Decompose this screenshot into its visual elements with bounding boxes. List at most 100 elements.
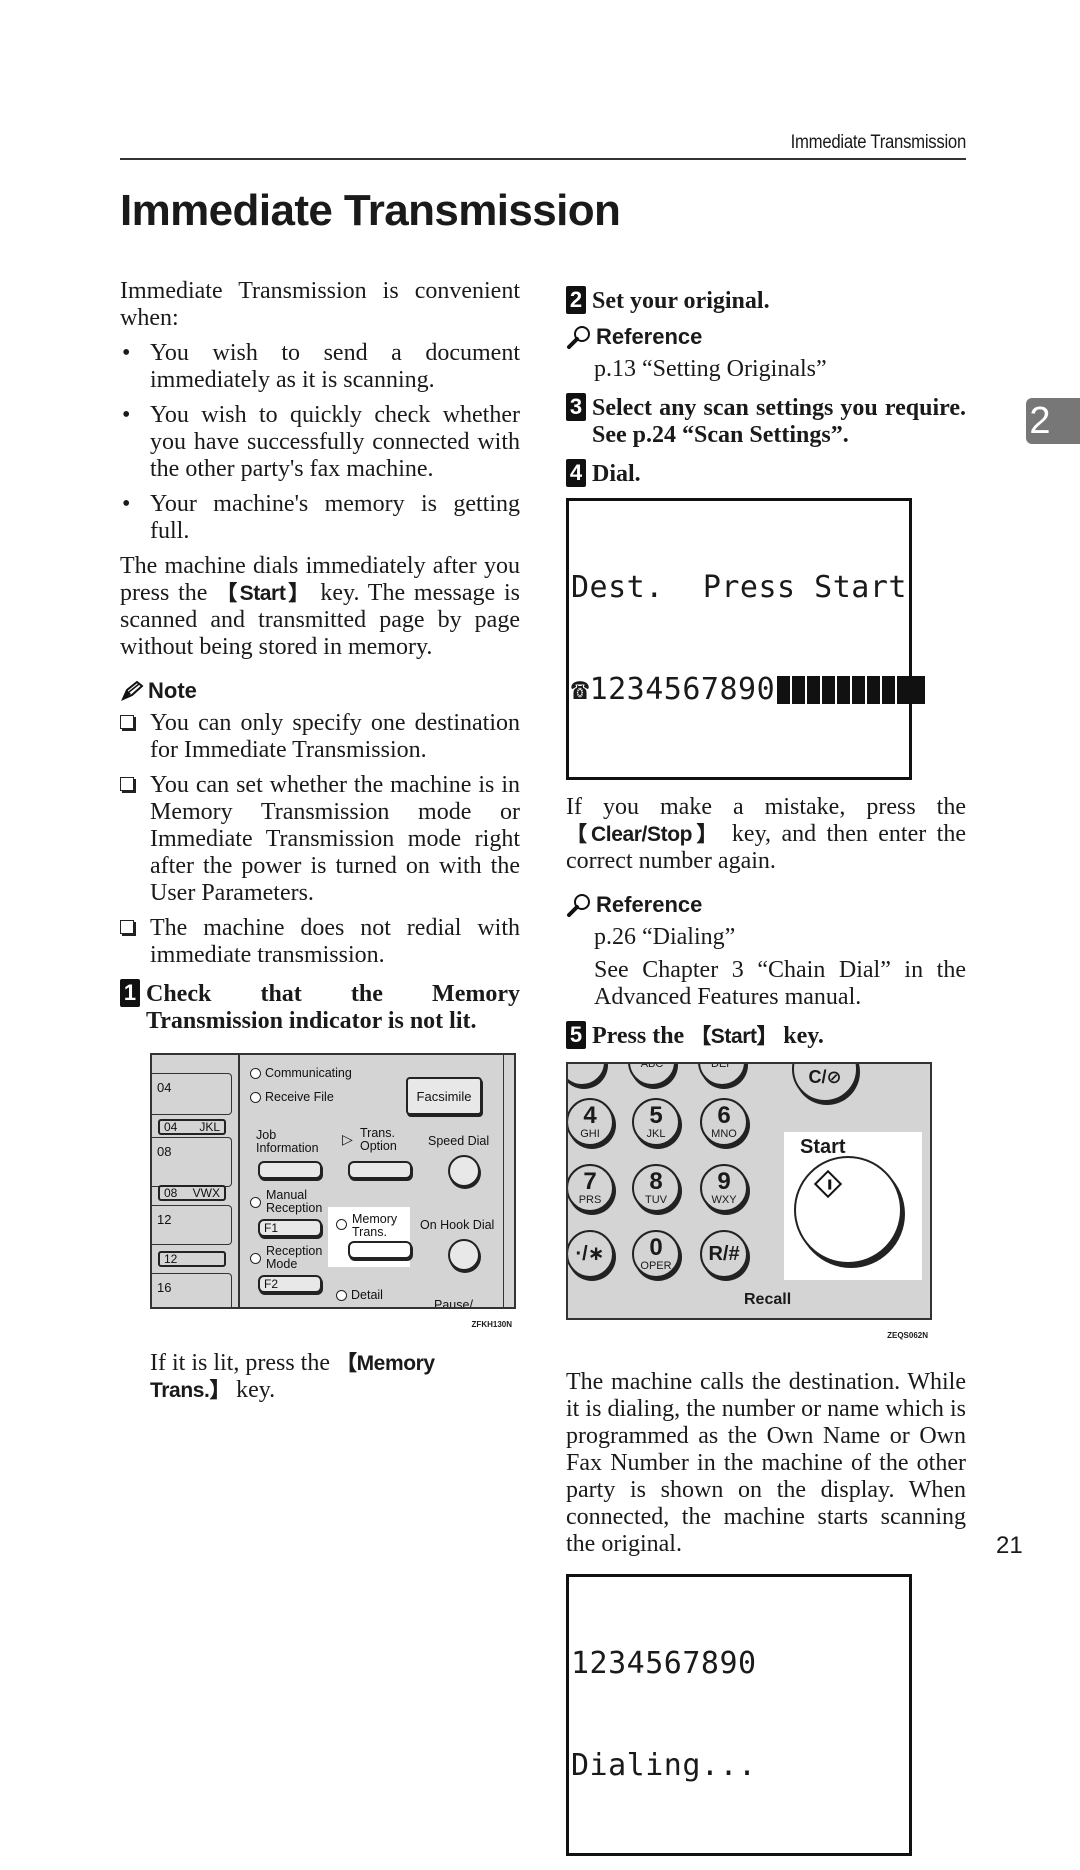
detail-indicator: Detail bbox=[336, 1289, 383, 1302]
keypad-key-5[interactable]: 5 JKL bbox=[632, 1098, 680, 1146]
note-item: You can set whether the machine is in Me… bbox=[120, 772, 520, 907]
step-number-badge: 5 bbox=[566, 1021, 586, 1049]
start-key-label: 【Start】 bbox=[216, 582, 312, 605]
mistake-paragraph: If you make a mistake, press the 【Clear/… bbox=[566, 794, 966, 874]
running-header: Immediate Transmission bbox=[790, 132, 967, 153]
step-text: Check that the Memory Transmission indic… bbox=[146, 981, 520, 1034]
f1-button[interactable]: F1 bbox=[258, 1219, 322, 1237]
manual-reception-indicator: Manual Reception bbox=[250, 1189, 322, 1215]
right-column: 2 Set your original. Reference p.13 “Set… bbox=[566, 286, 966, 1870]
trans-option-button[interactable] bbox=[348, 1161, 412, 1179]
phone-icon: ☎ bbox=[571, 672, 590, 707]
lcd-dest-label: Dest. bbox=[571, 570, 664, 605]
page-title: Immediate Transmission bbox=[120, 186, 621, 235]
checkbox-bullet-icon bbox=[120, 920, 134, 934]
bullet-icon: • bbox=[122, 491, 131, 517]
memory-trans-indicator: Memory Trans. bbox=[336, 1213, 397, 1239]
step-text: Select any scan settings you require. Se… bbox=[592, 395, 966, 448]
one-touch-slot: 16 bbox=[152, 1273, 232, 1307]
note-list: You can only specify one destination for… bbox=[120, 710, 520, 969]
one-touch-tab: 04 JKL bbox=[158, 1119, 226, 1135]
step-number-badge: 3 bbox=[566, 393, 586, 421]
lcd-cursor-blocks bbox=[777, 676, 926, 704]
one-touch-slot: 12 bbox=[152, 1205, 232, 1245]
list-item: • Your machine's memory is getting full. bbox=[122, 491, 520, 544]
step-text: Dial. bbox=[592, 461, 641, 487]
recall-label: Recall bbox=[744, 1291, 792, 1308]
lcd-status: Dialing... bbox=[571, 1748, 757, 1783]
figure-code: ZFKH130N bbox=[471, 1320, 512, 1329]
calls-paragraph: The machine calls the destination. While… bbox=[566, 1369, 966, 1557]
keypad-key-2[interactable]: ABC bbox=[628, 1064, 676, 1086]
clear-stop-key-label: 【Clear/Stop】 bbox=[566, 823, 722, 846]
keypad-key-4[interactable]: 4 GHI bbox=[568, 1098, 614, 1146]
job-information-button[interactable] bbox=[258, 1161, 322, 1179]
communicating-indicator: Communicating bbox=[250, 1067, 352, 1080]
panel-divider bbox=[238, 1055, 240, 1307]
step-3: 3 Select any scan settings you require. … bbox=[566, 393, 966, 449]
checkbox-bullet-icon bbox=[120, 777, 134, 791]
lcd-display-dest: Dest. Press Start ☎ 1234567890 bbox=[566, 498, 926, 780]
step-text: Press the 【Start】 key. bbox=[592, 1023, 824, 1049]
clear-stop-key[interactable]: C/⊘ bbox=[792, 1064, 858, 1102]
one-touch-tab: 12 bbox=[158, 1251, 226, 1267]
led-icon bbox=[250, 1197, 261, 1208]
trans-option-label: ▷ Trans. Option bbox=[342, 1126, 397, 1153]
step-4: 4 Dial. bbox=[566, 459, 966, 488]
keypad-key-7[interactable]: 7 PRS bbox=[568, 1164, 614, 1212]
figure-code: ZEQS062N bbox=[887, 1331, 928, 1340]
use-case-list: • You wish to send a document immediately… bbox=[120, 340, 520, 545]
list-item: • You wish to send a document immediately… bbox=[122, 340, 520, 393]
facsimile-button[interactable]: Facsimile bbox=[406, 1077, 482, 1115]
reference-heading: Reference bbox=[566, 323, 966, 350]
keypad-illustration: ABC DEF C/⊘ 4 GHI 5 JKL 6 MNO 7 PRS 8 TUV 9 WX… bbox=[566, 1062, 932, 1320]
led-icon bbox=[336, 1290, 347, 1302]
memory-trans-button[interactable] bbox=[348, 1241, 412, 1259]
one-touch-slot: 08 bbox=[152, 1137, 232, 1187]
control-panel-illustration: 04 04 JKL 08 08 VWX 12 12 16 Communicating… bbox=[150, 1053, 516, 1309]
on-hook-dial-label: On Hook Dial bbox=[420, 1218, 495, 1232]
one-touch-tab: 08 VWX bbox=[158, 1185, 226, 1201]
step-number-badge: 4 bbox=[566, 459, 586, 487]
pause-label: Pause/ bbox=[434, 1298, 473, 1309]
on-hook-dial-button[interactable] bbox=[448, 1239, 480, 1271]
magnifier-icon bbox=[567, 893, 590, 917]
receive-file-indicator: Receive File bbox=[250, 1091, 334, 1104]
reference-link[interactable]: p.26 “Dialing” bbox=[594, 924, 966, 951]
start-button[interactable] bbox=[794, 1156, 902, 1264]
list-item: • You wish to quickly check whether you h… bbox=[122, 402, 520, 482]
lcd-number: 1234567890 bbox=[571, 1646, 757, 1681]
speed-dial-label: Speed Dial bbox=[428, 1134, 490, 1148]
job-information-label: Job Information bbox=[256, 1128, 319, 1155]
reference-body: p.26 “Dialing” See Chapter 3 “Chain Dial… bbox=[566, 924, 966, 1011]
lcd-display-dialing: 1234567890 Dialing... bbox=[566, 1574, 912, 1856]
keypad-key-0[interactable]: 0 OPER bbox=[632, 1230, 680, 1278]
panel-edge bbox=[503, 1055, 512, 1307]
if-lit-paragraph: If it is lit, press the 【Memory Trans.】 … bbox=[150, 1350, 435, 1403]
checkbox-bullet-icon bbox=[120, 715, 134, 729]
led-icon bbox=[336, 1219, 347, 1230]
header-divider bbox=[120, 158, 966, 160]
f2-button[interactable]: F2 bbox=[258, 1275, 322, 1293]
keypad-key-3[interactable]: DEF bbox=[698, 1064, 746, 1086]
reference-link[interactable]: p.13 “Setting Originals” bbox=[594, 356, 966, 383]
speed-dial-button[interactable] bbox=[448, 1155, 480, 1187]
reference-link[interactable]: See Chapter 3 “Chain Dial” in the Advanc… bbox=[594, 957, 966, 1011]
keypad-key-8[interactable]: 8 TUV bbox=[632, 1164, 680, 1212]
step-text: Set your original. bbox=[592, 288, 770, 314]
lcd-dialed-number: 1234567890 bbox=[589, 672, 776, 707]
chapter-tab[interactable]: 2 bbox=[1026, 398, 1080, 444]
intro-paragraph: Immediate Transmission is convenient whe… bbox=[120, 278, 520, 331]
reference-body: p.13 “Setting Originals” bbox=[566, 356, 966, 383]
led-icon bbox=[250, 1068, 261, 1080]
keypad-key-6[interactable]: 6 MNO bbox=[700, 1098, 748, 1146]
keypad-key[interactable] bbox=[568, 1064, 606, 1086]
keypad-key-star[interactable]: ·/∗ bbox=[568, 1230, 614, 1278]
step-number-badge: 1 bbox=[120, 979, 140, 1007]
lcd-press-start: Press Start bbox=[702, 570, 907, 605]
led-icon bbox=[250, 1092, 261, 1104]
keypad-key-9[interactable]: 9 WXY bbox=[700, 1164, 748, 1212]
one-touch-slot: 04 bbox=[152, 1073, 232, 1115]
pencil-icon bbox=[121, 680, 144, 701]
keypad-key-hash[interactable]: R/# bbox=[700, 1230, 748, 1278]
